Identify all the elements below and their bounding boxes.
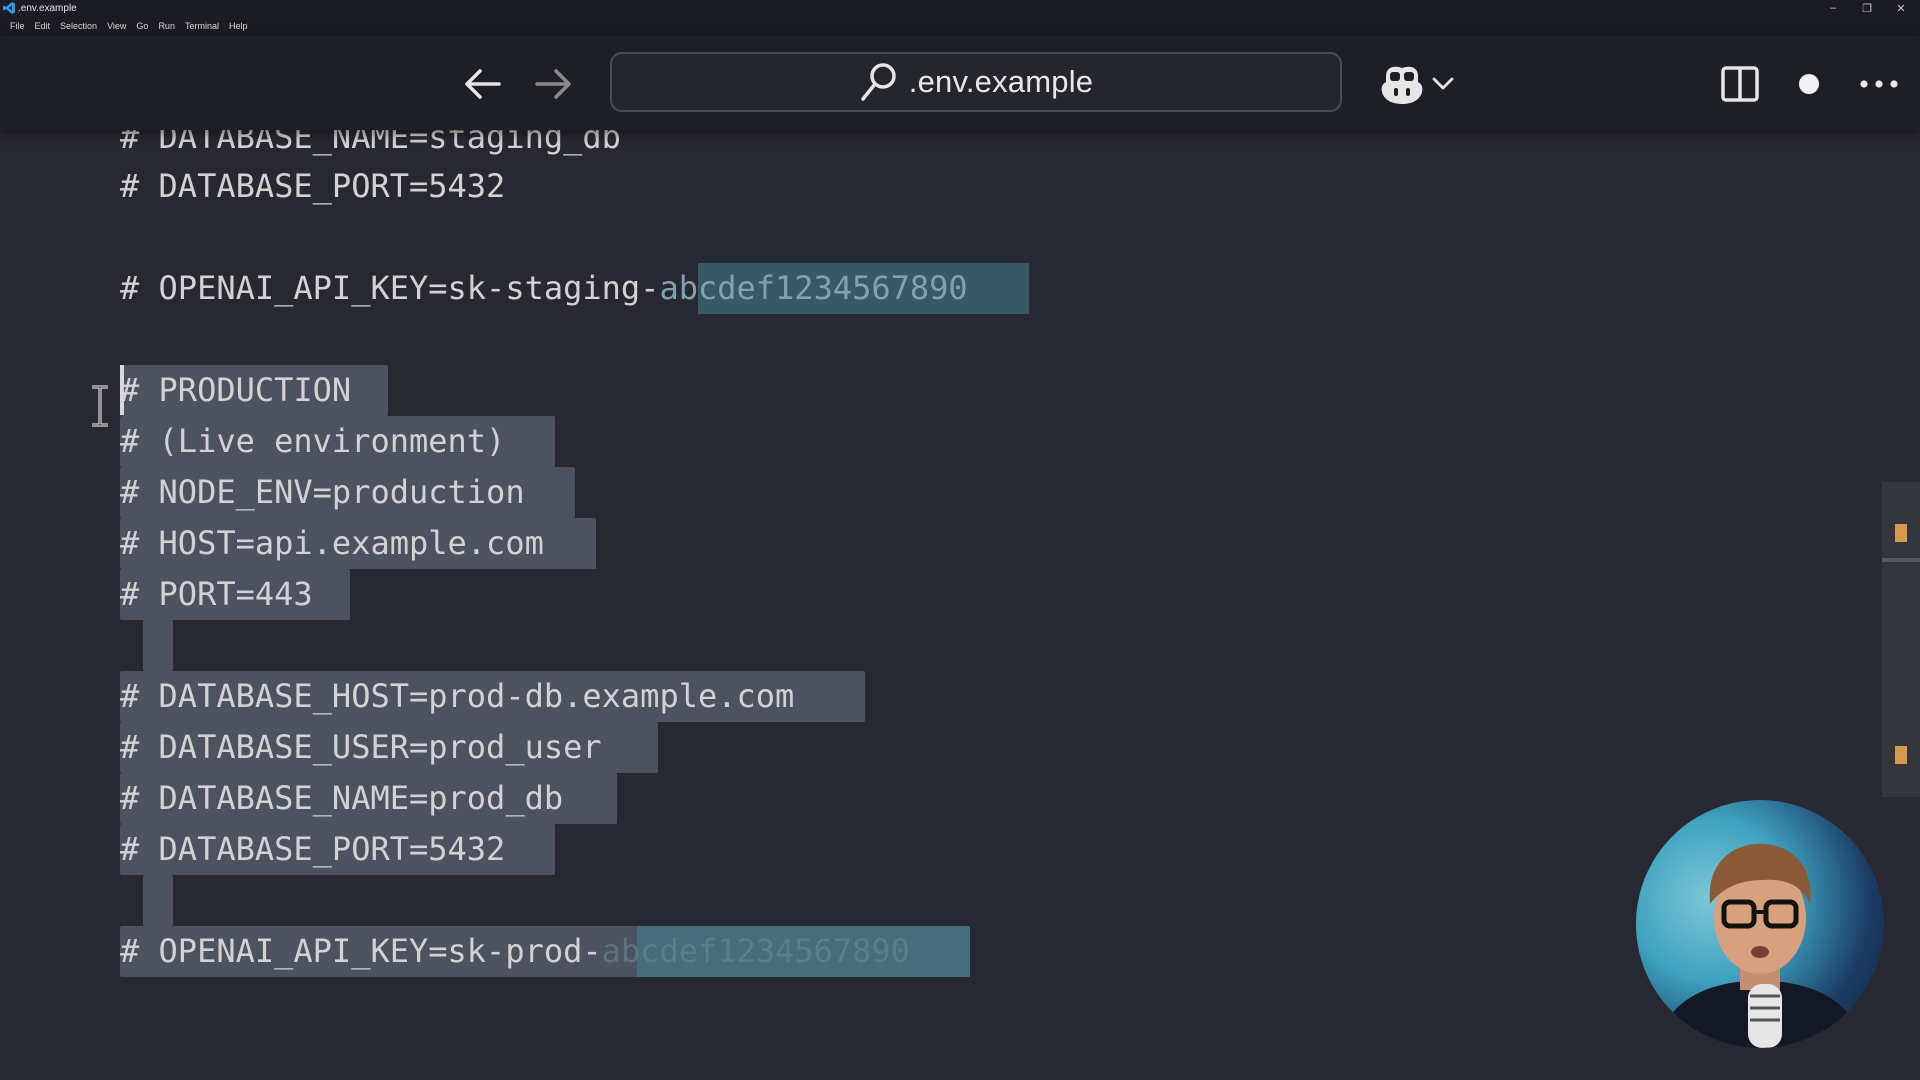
code-line: # DATABASE_PORT=5432 [120,167,506,205]
code-line: # OPENAI_API_KEY=sk-staging-abcdef123456… [120,263,968,314]
presenter-webcam [1636,800,1884,1048]
search-icon [861,63,896,101]
scroll-marker [1895,746,1907,764]
command-center-bar: .env.example [0,36,1920,130]
code-line: # DATABASE_NAME=prod_db [120,779,564,817]
command-search-box[interactable]: .env.example [610,52,1342,112]
vscode-logo-icon [3,2,15,14]
menu-help[interactable]: Help [224,21,253,31]
copilot-icon [1381,66,1423,104]
back-button[interactable] [459,60,507,108]
code-line: # PRODUCTION [120,371,352,409]
arrow-left-icon [465,69,501,99]
scrollbar-position-line [1882,558,1920,562]
restore-button[interactable]: ❐ [1850,0,1884,16]
dot-icon [1799,74,1819,94]
split-editor-icon [1721,66,1759,102]
window-title: .env.example [18,3,77,14]
menu-run[interactable]: Run [153,21,180,31]
chevron-down-icon [1432,77,1454,90]
close-button[interactable]: ✕ [1884,0,1918,16]
presenter-avatar-icon [1656,843,1864,1048]
scroll-marker [1895,524,1907,542]
code-line: # HOST=api.example.com [120,524,544,562]
menu-go[interactable]: Go [131,21,153,31]
code-editor[interactable]: # DATABASE_NAME=staging_db # DATABASE_PO… [0,130,1920,1080]
menu-file[interactable]: File [5,21,30,31]
code-line: # DATABASE_NAME=staging_db [120,130,621,156]
code-line: # PORT=443 [120,575,313,613]
code-line: # (Live environment) [120,422,506,460]
split-editor-button[interactable] [1718,56,1762,112]
unsaved-indicator[interactable] [1795,56,1823,112]
ibeam-cursor-icon [92,385,108,427]
menu-terminal[interactable]: Terminal [180,21,224,31]
copilot-menu-button[interactable] [1374,56,1458,112]
selection-highlight [143,875,173,926]
api-key-highlight: abcdef1234567890 [601,932,910,970]
arrow-right-icon [535,69,571,99]
menu-bar: File Edit Selection View Go Run Terminal… [5,21,252,31]
minimize-button[interactable]: – [1816,0,1850,16]
ellipsis-icon [1860,80,1898,88]
more-actions-button[interactable] [1858,56,1900,112]
code-line: # DATABASE_PORT=5432 [120,830,506,868]
selection-highlight [143,620,173,671]
menu-view[interactable]: View [102,21,131,31]
menu-edit[interactable]: Edit [30,21,56,31]
code-line: # OPENAI_API_KEY=sk-prod-abcdef123456789… [120,926,910,977]
title-bar: .env.example File Edit Selection View Go… [0,0,1920,36]
code-line: # DATABASE_USER=prod_user [120,728,602,766]
forward-button[interactable] [529,60,577,108]
api-key-highlight: abcdef1234567890 [659,269,968,307]
code-text: # OPENAI_API_KEY=sk-staging- [120,269,660,307]
code-line: # DATABASE_HOST=prod-db.example.com [120,677,795,715]
menu-selection[interactable]: Selection [55,21,102,31]
text-cursor [120,365,124,415]
search-text: .env.example [908,64,1094,99]
code-text: # OPENAI_API_KEY=sk-prod- [120,932,602,970]
code-line: # NODE_ENV=production [120,473,525,511]
